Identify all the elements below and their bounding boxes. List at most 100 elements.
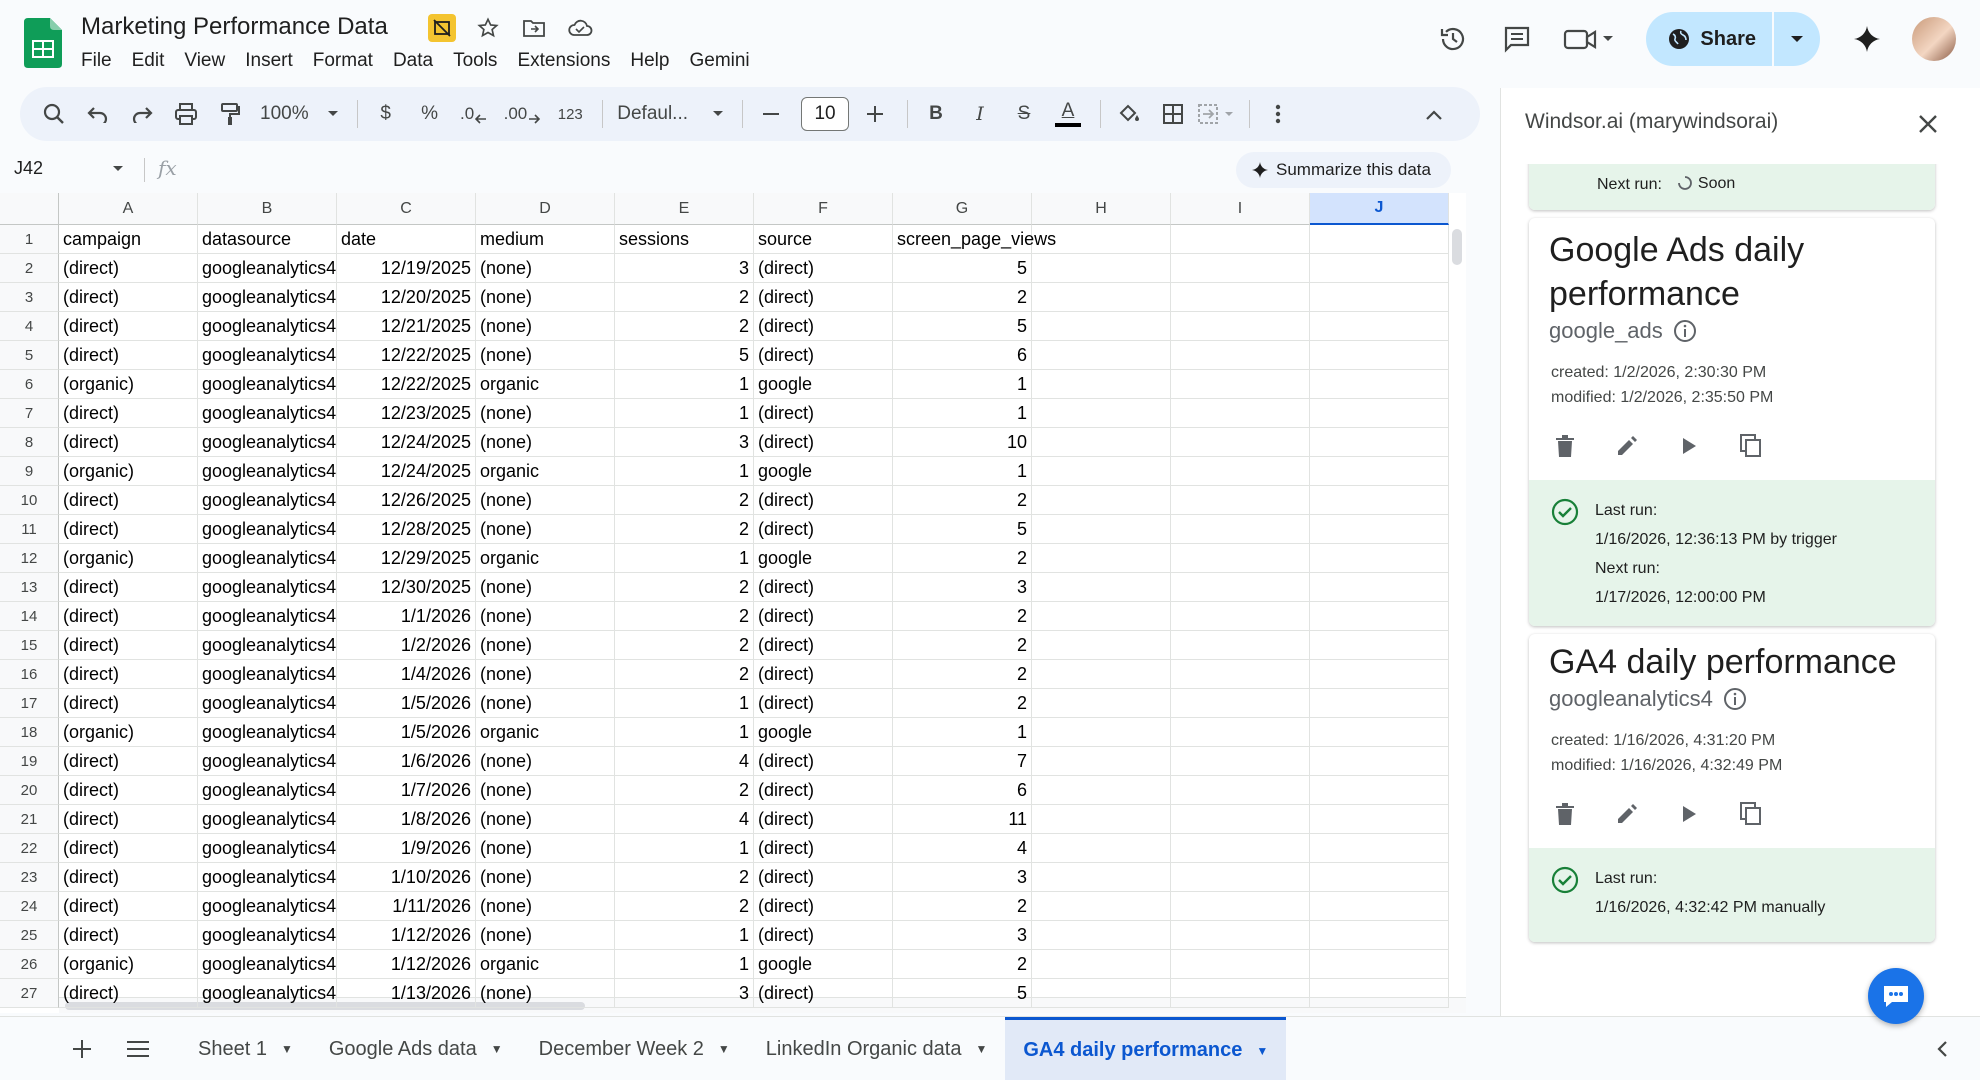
table-cell[interactable]: (direct): [59, 602, 198, 631]
table-cell[interactable]: (direct): [754, 747, 893, 776]
table-cell[interactable]: (direct): [59, 892, 198, 921]
table-cell[interactable]: googleanalytics4: [198, 747, 337, 776]
borders-icon[interactable]: [1153, 94, 1193, 134]
delete-icon[interactable]: [1551, 432, 1579, 460]
table-cell[interactable]: [1032, 776, 1171, 805]
table-cell[interactable]: 3: [893, 863, 1032, 892]
table-cell[interactable]: googleanalytics4: [198, 718, 337, 747]
table-cell[interactable]: googleanalytics4: [198, 863, 337, 892]
table-cell[interactable]: organic: [476, 718, 615, 747]
table-cell[interactable]: google: [754, 718, 893, 747]
text-color-button[interactable]: A: [1048, 94, 1088, 134]
table-cell[interactable]: google: [754, 457, 893, 486]
table-cell[interactable]: [1310, 834, 1449, 863]
table-cell[interactable]: 1/13/2026: [337, 979, 476, 1008]
table-cell[interactable]: 3: [615, 254, 754, 283]
table-cell[interactable]: [1032, 283, 1171, 312]
select-all-corner[interactable]: [0, 193, 59, 225]
row-header[interactable]: 5: [0, 341, 59, 370]
column-header[interactable]: C: [337, 193, 476, 225]
table-cell[interactable]: (none): [476, 486, 615, 515]
print-icon[interactable]: [166, 94, 206, 134]
caret-down-icon[interactable]: ▼: [1256, 1044, 1268, 1058]
table-cell[interactable]: [1310, 602, 1449, 631]
table-cell[interactable]: (direct): [59, 863, 198, 892]
table-cell[interactable]: (none): [476, 515, 615, 544]
table-cell[interactable]: [1171, 950, 1310, 979]
italic-button[interactable]: I: [960, 94, 1000, 134]
strikethrough-button[interactable]: S: [1004, 94, 1044, 134]
table-cell[interactable]: (direct): [754, 312, 893, 341]
table-cell[interactable]: googleanalytics4: [198, 312, 337, 341]
row-header[interactable]: 23: [0, 863, 59, 892]
table-cell[interactable]: googleanalytics4: [198, 979, 337, 1008]
more-formats-button[interactable]: 123: [550, 94, 590, 134]
table-cell[interactable]: [1032, 660, 1171, 689]
caret-down-icon[interactable]: ▼: [281, 1042, 293, 1056]
no-access-badge-icon[interactable]: [428, 14, 456, 42]
table-cell[interactable]: 11: [893, 805, 1032, 834]
table-cell[interactable]: 1/5/2026: [337, 689, 476, 718]
table-cell[interactable]: (direct): [59, 921, 198, 950]
table-cell[interactable]: [1171, 370, 1310, 399]
column-header[interactable]: G: [893, 193, 1032, 225]
table-cell[interactable]: (direct): [59, 979, 198, 1008]
chat-support-button[interactable]: [1868, 968, 1924, 1024]
sheet-tab[interactable]: December Week 2 ▼: [521, 1017, 748, 1080]
menu-extensions[interactable]: Extensions: [507, 48, 620, 74]
spreadsheet-grid[interactable]: A B C D E F G H I J 1 campaign datasource date medium s…: [0, 193, 1466, 1013]
column-header[interactable]: F: [754, 193, 893, 225]
table-cell[interactable]: organic: [476, 950, 615, 979]
table-cell[interactable]: [1310, 660, 1449, 689]
table-cell[interactable]: (none): [476, 834, 615, 863]
star-icon[interactable]: [474, 14, 502, 42]
menu-data[interactable]: Data: [383, 48, 443, 74]
table-cell[interactable]: 2: [615, 486, 754, 515]
table-cell[interactable]: (direct): [59, 660, 198, 689]
column-header[interactable]: B: [198, 193, 337, 225]
table-cell[interactable]: 1/4/2026: [337, 660, 476, 689]
row-header[interactable]: 26: [0, 950, 59, 979]
row-header[interactable]: 16: [0, 660, 59, 689]
table-cell[interactable]: [1171, 428, 1310, 457]
column-header[interactable]: D: [476, 193, 615, 225]
table-cell[interactable]: 1: [615, 718, 754, 747]
table-cell[interactable]: [1171, 544, 1310, 573]
table-cell[interactable]: googleanalytics4: [198, 776, 337, 805]
table-cell[interactable]: 12/22/2025: [337, 370, 476, 399]
table-cell[interactable]: 2: [893, 544, 1032, 573]
table-cell[interactable]: (direct): [59, 283, 198, 312]
bold-button[interactable]: B: [916, 94, 956, 134]
table-cell[interactable]: (direct): [59, 428, 198, 457]
table-cell[interactable]: (direct): [754, 776, 893, 805]
table-cell[interactable]: googleanalytics4: [198, 428, 337, 457]
header-cell[interactable]: sessions: [615, 225, 754, 254]
table-cell[interactable]: [1171, 805, 1310, 834]
table-cell[interactable]: (none): [476, 573, 615, 602]
hide-menus-chevron-up-icon[interactable]: [1414, 95, 1454, 135]
table-cell[interactable]: (direct): [754, 341, 893, 370]
table-cell[interactable]: googleanalytics4: [198, 341, 337, 370]
table-cell[interactable]: googleanalytics4: [198, 457, 337, 486]
table-cell[interactable]: 2: [893, 283, 1032, 312]
table-cell[interactable]: (organic): [59, 457, 198, 486]
table-cell[interactable]: [1032, 486, 1171, 515]
menu-gemini[interactable]: Gemini: [679, 48, 759, 74]
table-cell[interactable]: (none): [476, 631, 615, 660]
table-cell[interactable]: [1171, 602, 1310, 631]
table-cell[interactable]: 3: [615, 979, 754, 1008]
gemini-icon[interactable]: [1842, 14, 1892, 64]
table-cell[interactable]: 1: [615, 834, 754, 863]
table-cell[interactable]: (organic): [59, 544, 198, 573]
table-cell[interactable]: (direct): [754, 283, 893, 312]
table-cell[interactable]: 4: [615, 805, 754, 834]
row-header[interactable]: 25: [0, 921, 59, 950]
table-cell[interactable]: 2: [615, 660, 754, 689]
table-cell[interactable]: googleanalytics4: [198, 950, 337, 979]
increase-decimal-button[interactable]: .00: [498, 94, 547, 134]
info-icon[interactable]: [1723, 687, 1747, 711]
table-cell[interactable]: [1171, 486, 1310, 515]
table-cell[interactable]: (direct): [754, 254, 893, 283]
table-cell[interactable]: 1/1/2026: [337, 602, 476, 631]
table-cell[interactable]: 12/20/2025: [337, 283, 476, 312]
